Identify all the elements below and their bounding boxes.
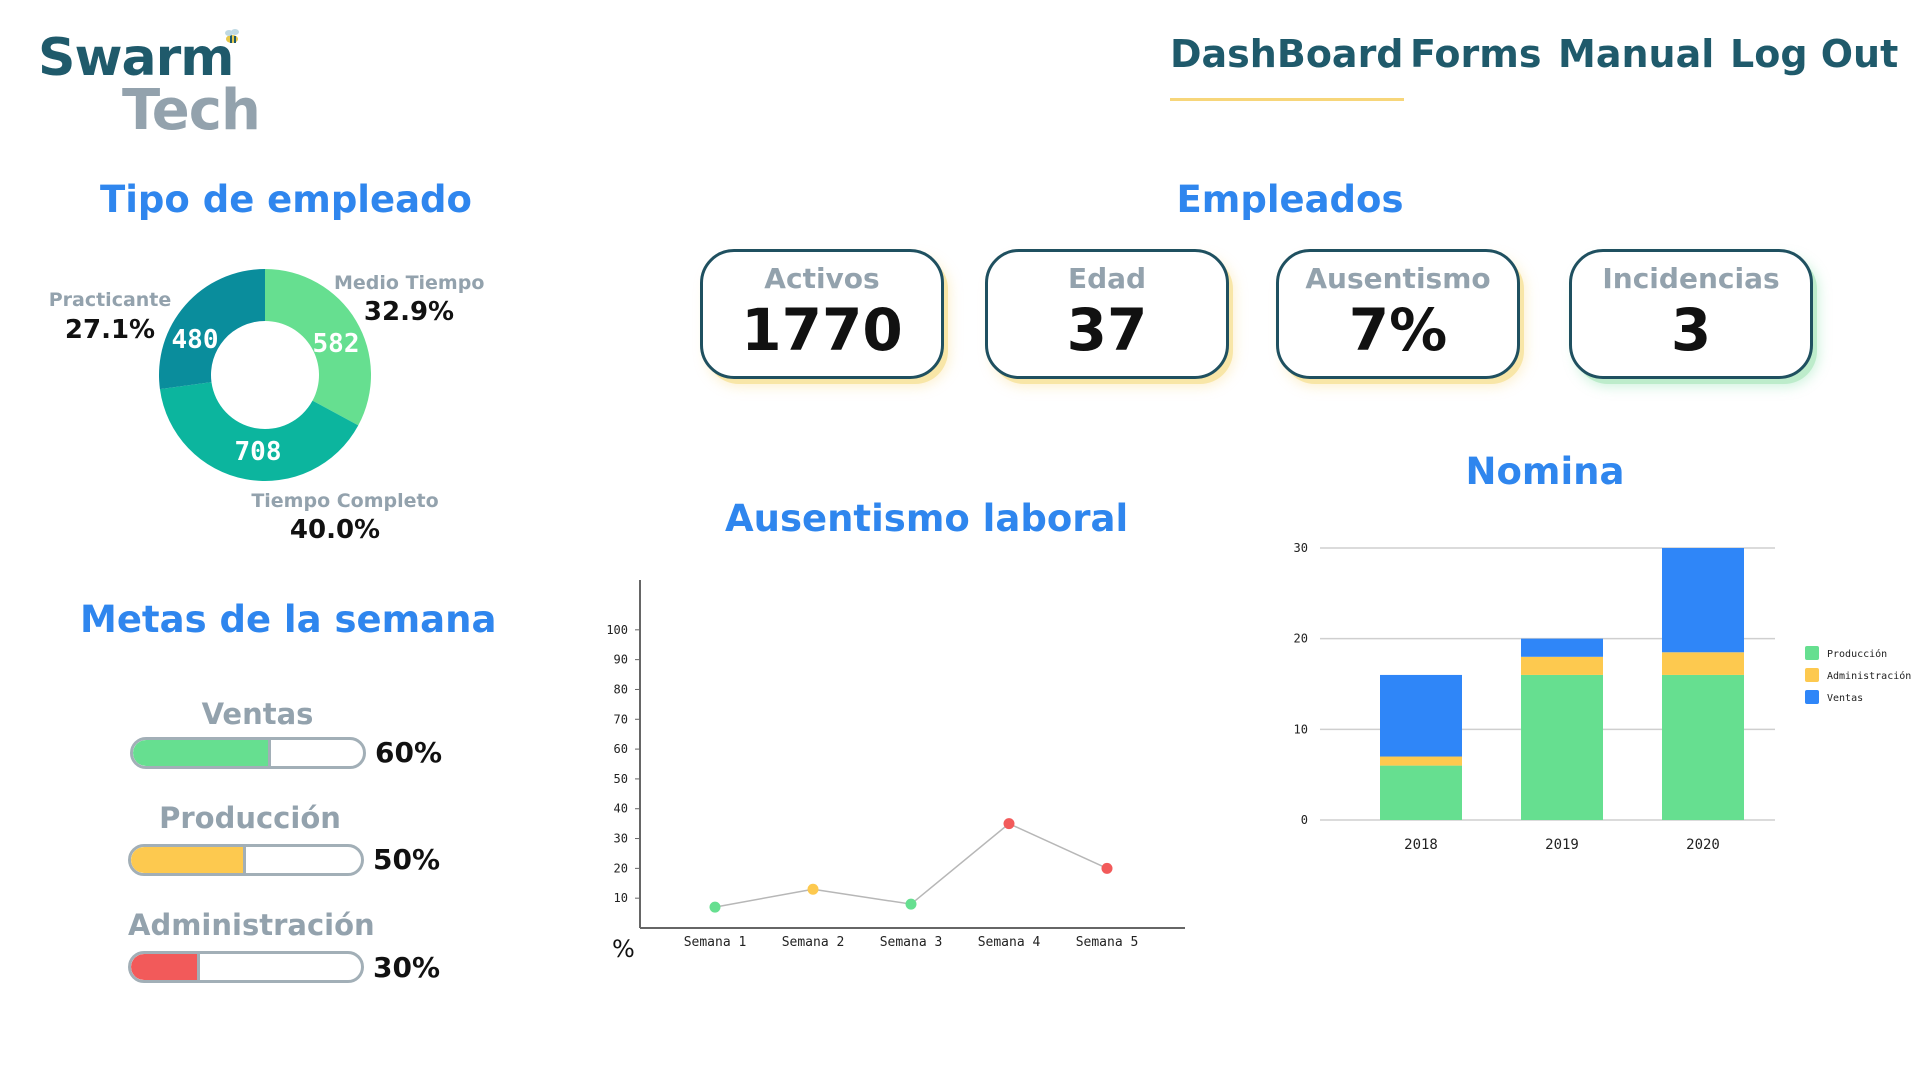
legend-swatch <box>1805 646 1819 660</box>
bar-segment <box>1662 674 1744 820</box>
nav-manual[interactable]: Manual <box>1558 32 1714 92</box>
bar-segment <box>1521 638 1603 657</box>
absenteeism-line <box>714 822 1108 908</box>
x-tick-label: Semana 3 <box>880 935 943 950</box>
kpi-card-ausentismo: Ausentismo 7% <box>1276 249 1520 379</box>
legend-label: Producción <box>1827 648 1887 660</box>
goal-pct-ventas: 60% <box>375 736 443 769</box>
x-tick-label: 2020 <box>1686 837 1720 853</box>
data-point <box>807 883 819 895</box>
nav-log-out[interactable]: Log Out <box>1730 32 1898 92</box>
donut-label-tiempo-completo: Tiempo Completo <box>251 490 439 512</box>
y-tick-label: 10 <box>1294 722 1308 736</box>
y-tick-label: 20 <box>614 861 628 875</box>
kpi-card-incidencias: Incidencias 3 <box>1569 249 1813 379</box>
donut-pct-tiempo-completo: 40.0% <box>289 515 381 545</box>
data-point <box>1003 818 1015 830</box>
goal-progress-fill <box>131 847 246 873</box>
kpi-value: 3 <box>1670 296 1712 364</box>
donut-count-medio-tiempo: 582 <box>313 329 360 359</box>
bar-segment <box>1521 674 1603 820</box>
kpi-label: Incidencias <box>1602 262 1780 295</box>
bar-segment <box>1380 674 1462 757</box>
x-tick-label: Semana 1 <box>684 935 747 950</box>
y-tick-label: 10 <box>614 891 628 905</box>
kpi-value: 37 <box>1066 296 1148 364</box>
donut-label-practicante: Practicante <box>48 289 172 311</box>
y-tick-label: 100 <box>606 623 628 637</box>
donut-label-medio-tiempo: Medio Tiempo <box>334 272 485 294</box>
x-tick-label: 2019 <box>1545 837 1579 853</box>
goal-progress-fill <box>131 954 200 980</box>
y-tick-label: 30 <box>1294 541 1308 555</box>
y-tick-label: 30 <box>614 832 628 846</box>
y-tick-label: 60 <box>614 742 628 756</box>
kpi-label: Activos <box>764 262 880 295</box>
y-tick-label: 0 <box>1301 813 1308 827</box>
bar-segment <box>1380 756 1462 766</box>
y-tick-label: 40 <box>614 802 628 816</box>
data-point <box>709 901 721 913</box>
y-tick-label: 20 <box>1294 632 1308 646</box>
goal-progress-administracion <box>128 951 364 983</box>
goal-pct-administracion: 30% <box>373 951 441 984</box>
absenteeism-title: Ausentismo laboral <box>725 497 1129 540</box>
goal-progress-ventas <box>130 737 366 769</box>
logo-tech: Tech <box>122 78 261 143</box>
bar-segment <box>1662 652 1744 675</box>
kpi-card-edad: Edad 37 <box>985 249 1229 379</box>
kpi-card-activos: Activos 1770 <box>700 249 944 379</box>
data-point <box>905 898 917 910</box>
goals-title: Metas de la semana <box>80 598 497 641</box>
y-tick-label: 70 <box>614 712 628 726</box>
y-tick-label: 50 <box>614 772 628 786</box>
goal-progress-produccion <box>128 844 364 876</box>
bar-segment <box>1662 548 1744 653</box>
bee-icon <box>225 29 239 43</box>
x-tick-label: 2018 <box>1404 837 1438 853</box>
legend-swatch <box>1805 690 1819 704</box>
x-tick-label: Semana 2 <box>782 935 845 950</box>
absenteeism-unit: % <box>612 935 635 963</box>
goal-progress-fill <box>133 740 271 766</box>
bar-segment <box>1521 656 1603 675</box>
donut-pct-practicante: 27.1% <box>64 315 156 345</box>
payroll-bar-chart: 0 10 20 30 2018 2019 2020 Producción Administrac… <box>1294 541 1912 853</box>
donut-pct-medio-tiempo: 32.9% <box>363 297 455 327</box>
absenteeism-line-chart: 10 20 30 40 50 60 70 80 90 100 Semana 1 Semana 2 Sem… <box>606 580 1185 950</box>
payroll-title: Nomina <box>1465 450 1625 493</box>
goal-label-ventas: Ventas <box>201 697 314 731</box>
employee-type-title: Tipo de empleado <box>100 178 472 221</box>
kpi-label: Ausentismo <box>1305 262 1491 295</box>
data-point <box>1101 862 1113 874</box>
bar-segment <box>1380 765 1462 820</box>
legend-label: Ventas <box>1827 693 1863 704</box>
x-tick-label: Semana 5 <box>1076 935 1139 950</box>
goal-label-produccion: Producción <box>159 801 341 835</box>
goal-label-administracion: Administración <box>128 908 375 942</box>
kpi-value: 7% <box>1348 296 1448 364</box>
nav-dashboard[interactable]: DashBoard <box>1170 32 1404 101</box>
employees-title: Empleados <box>1176 178 1404 221</box>
goal-pct-produccion: 50% <box>373 843 441 876</box>
y-tick-label: 90 <box>614 653 628 667</box>
nav-forms[interactable]: Forms <box>1410 32 1541 92</box>
x-tick-label: Semana 4 <box>978 935 1041 950</box>
kpi-label: Edad <box>1067 262 1147 295</box>
donut-count-tiempo-completo: 708 <box>235 437 282 467</box>
legend-swatch <box>1805 668 1819 682</box>
y-tick-label: 80 <box>614 682 628 696</box>
legend-label: Administración <box>1827 670 1911 682</box>
kpi-value: 1770 <box>741 296 903 364</box>
